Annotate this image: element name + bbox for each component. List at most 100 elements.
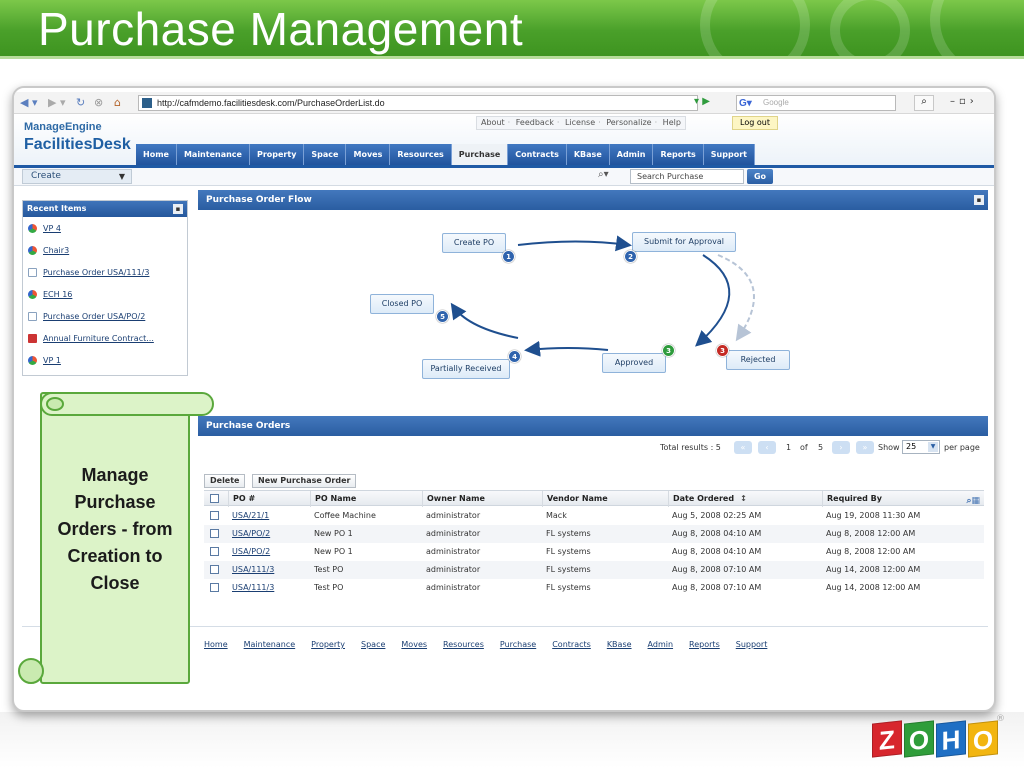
col-po-number[interactable]: PO # <box>228 491 310 507</box>
last-page-icon[interactable]: » <box>856 441 874 454</box>
search-options-icon[interactable]: ⌕▾ <box>598 169 609 180</box>
footer-link-maintenance[interactable]: Maintenance <box>244 640 296 649</box>
forward-icon[interactable]: ▶ ▾ <box>48 96 65 109</box>
collapse-icon[interactable]: ▪ <box>173 204 183 214</box>
owner-cell: administrator <box>426 547 481 556</box>
date-ordered-cell: Aug 8, 2008 07:10 AM <box>672 565 762 574</box>
flow-node-closed-po[interactable]: Closed PO <box>370 294 434 314</box>
search-purchase-placeholder: Search Purchase <box>637 172 704 181</box>
zoho-letter: O <box>904 720 934 758</box>
delete-button[interactable]: Delete <box>204 474 246 488</box>
tab-property[interactable]: Property <box>249 144 305 165</box>
po-number-link[interactable]: USA/111/3 <box>228 579 274 597</box>
asset-icon <box>28 246 37 255</box>
row-checkbox[interactable] <box>210 547 219 556</box>
row-checkbox[interactable] <box>210 529 219 538</box>
table-row[interactable]: USA/111/3 Test PO administrator FL syste… <box>204 579 984 597</box>
recent-item[interactable]: VP 4 <box>23 218 187 239</box>
footer-link-contracts[interactable]: Contracts <box>552 640 591 649</box>
tab-home[interactable]: Home <box>136 144 177 165</box>
sort-icon: ↕ <box>740 494 747 503</box>
address-go-icon[interactable]: ▾ ▶ <box>694 96 710 107</box>
per-page-value: 25 <box>906 442 917 451</box>
tab-kbase[interactable]: KBase <box>566 144 610 165</box>
flow-node-submit[interactable]: Submit for Approval <box>632 232 736 252</box>
recent-item[interactable]: Purchase Order USA/PO/2 <box>23 306 187 327</box>
table-row[interactable]: USA/PO/2 New PO 1 administrator FL syste… <box>204 525 984 543</box>
new-purchase-order-button[interactable]: New Purchase Order <box>252 474 357 488</box>
footer-link-resources[interactable]: Resources <box>443 640 484 649</box>
create-toolbar: Create ▼ ⌕▾ Search Purchase Go <box>14 168 994 186</box>
footer-link-kbase[interactable]: KBase <box>607 640 632 649</box>
flow-node-create-po[interactable]: Create PO <box>442 233 506 253</box>
footer-link-property[interactable]: Property <box>311 640 345 649</box>
footer-link-purchase[interactable]: Purchase <box>500 640 536 649</box>
recent-item[interactable]: Chair3 <box>23 240 187 261</box>
table-row[interactable]: USA/PO/2 New PO 1 administrator FL syste… <box>204 543 984 561</box>
recent-item[interactable]: ECH 16 <box>23 284 187 305</box>
recent-item[interactable]: Annual Furniture Contract... <box>23 328 187 349</box>
po-number-link[interactable]: USA/PO/2 <box>228 543 270 561</box>
browser-search-icon[interactable]: ⌕ <box>914 95 934 111</box>
footer-link-support[interactable]: Support <box>736 640 768 649</box>
next-page-icon[interactable]: › <box>832 441 850 454</box>
row-checkbox[interactable] <box>210 565 219 574</box>
tab-contracts[interactable]: Contracts <box>508 144 567 165</box>
refresh-icon[interactable]: ↻ <box>76 96 85 109</box>
vendor-cell: FL systems <box>546 529 591 538</box>
flow-node-partially-received[interactable]: Partially Received <box>422 359 510 379</box>
link-license[interactable]: License <box>565 118 595 127</box>
per-page-select[interactable]: 25 ▼ <box>902 440 940 454</box>
po-number-link[interactable]: USA/111/3 <box>228 561 274 579</box>
window-controls-icon[interactable]: –▫› <box>950 96 978 107</box>
link-feedback[interactable]: Feedback <box>516 118 554 127</box>
footer-link-home[interactable]: Home <box>204 640 228 649</box>
search-purchase-input[interactable]: Search Purchase <box>630 169 744 184</box>
po-name-cell: Test PO <box>314 583 344 592</box>
col-required-by[interactable]: Required By ⌕▦ <box>822 491 984 507</box>
link-about[interactable]: About <box>481 118 505 127</box>
flow-node-approved[interactable]: Approved <box>602 353 666 373</box>
tab-resources[interactable]: Resources <box>390 144 452 165</box>
tab-admin[interactable]: Admin <box>609 144 654 165</box>
go-button[interactable]: Go <box>747 169 773 184</box>
address-bar[interactable]: http://cafmdemo.facilitiesdesk.com/Purch… <box>138 95 698 111</box>
collapse-icon[interactable]: ▪ <box>974 195 984 205</box>
po-number-link[interactable]: USA/21/1 <box>228 507 269 525</box>
tab-maintenance[interactable]: Maintenance <box>176 144 250 165</box>
create-dropdown[interactable]: Create ▼ <box>22 169 132 184</box>
tab-reports[interactable]: Reports <box>653 144 704 165</box>
stop-icon[interactable]: ⊗ <box>94 96 103 109</box>
first-page-icon[interactable]: « <box>734 441 752 454</box>
link-help[interactable]: Help <box>663 118 681 127</box>
recent-item[interactable]: VP 1 <box>23 350 187 371</box>
required-by-cell: Aug 8, 2008 12:00 AM <box>826 529 916 538</box>
recent-item[interactable]: Purchase Order USA/111/3 <box>23 262 187 283</box>
col-owner-name[interactable]: Owner Name <box>422 491 542 507</box>
tab-space[interactable]: Space <box>304 144 347 165</box>
col-vendor-name[interactable]: Vendor Name <box>542 491 668 507</box>
back-icon[interactable]: ◀ ▾ <box>20 96 37 109</box>
browser-search-box[interactable]: G▾ Google <box>736 95 896 111</box>
footer-link-admin[interactable]: Admin <box>648 640 674 649</box>
table-row[interactable]: USA/21/1 Coffee Machine administrator Ma… <box>204 507 984 525</box>
flow-node-rejected[interactable]: Rejected <box>726 350 790 370</box>
prev-page-icon[interactable]: ‹ <box>758 441 776 454</box>
col-date-ordered[interactable]: Date Ordered ↕ <box>668 491 822 507</box>
link-personalize[interactable]: Personalize <box>606 118 651 127</box>
logout-button[interactable]: Log out <box>732 116 778 130</box>
vendor-cell: FL systems <box>546 547 591 556</box>
footer-link-moves[interactable]: Moves <box>401 640 427 649</box>
footer-link-reports[interactable]: Reports <box>689 640 720 649</box>
po-number-link[interactable]: USA/PO/2 <box>228 525 270 543</box>
row-checkbox[interactable] <box>210 511 219 520</box>
select-all-checkbox[interactable] <box>210 494 219 503</box>
footer-link-space[interactable]: Space <box>361 640 385 649</box>
row-checkbox[interactable] <box>210 583 219 592</box>
tab-support[interactable]: Support <box>703 144 755 165</box>
table-row[interactable]: USA/111/3 Test PO administrator FL syste… <box>204 561 984 579</box>
home-icon[interactable]: ⌂ <box>114 96 121 109</box>
tab-moves[interactable]: Moves <box>346 144 391 165</box>
tab-purchase[interactable]: Purchase <box>451 144 509 165</box>
col-po-name[interactable]: PO Name <box>310 491 422 507</box>
